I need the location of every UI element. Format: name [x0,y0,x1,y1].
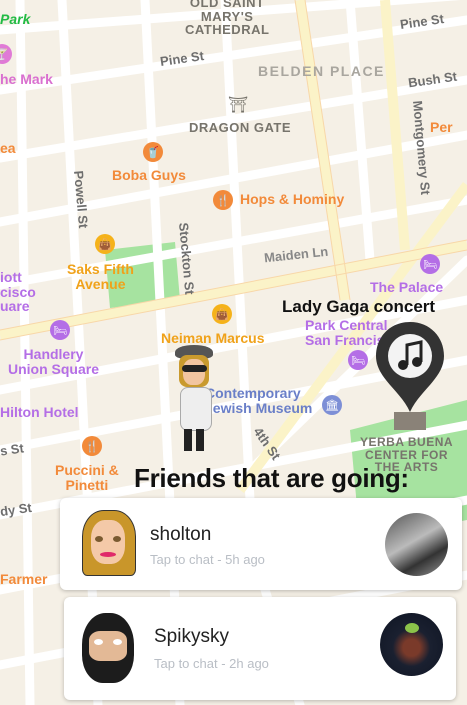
place-puccini[interactable]: Puccini & Pinetti [55,463,119,493]
place-belden-place: BELDEN PLACE [258,63,385,79]
poi-restaurant-icon[interactable]: 🍴 [213,190,233,210]
place-farmer: Farmer [0,571,48,587]
poi-restaurant-icon: 🍴 [82,436,102,456]
story-thumbnail[interactable] [380,613,443,676]
friend-status: Tap to chat - 5h ago [150,552,265,567]
friends-going-title: Friends that are going: [134,463,409,493]
event-map-pin[interactable] [374,320,446,432]
user-bitmoji[interactable] [172,345,218,455]
place-dragon-gate: DRAGON GATE [189,120,292,135]
poi-hotel-icon: 🛏 [348,350,368,370]
place-cjm[interactable]: Contemporary Jewish Museum [205,386,312,416]
place-handlery[interactable]: Handlery Union Square [8,347,99,377]
poi-shopping-icon: 👜 [95,234,115,254]
poi-drink-icon[interactable]: 🥤 [143,142,163,162]
avatar [82,510,136,576]
place-palace[interactable]: The Palace [370,280,443,295]
event-title[interactable]: Lady Gaga concert [282,297,435,317]
street-label-partial: s St [0,440,25,459]
place-tea: ea [0,140,16,156]
friend-name: Spikysky [154,626,229,647]
place-saks[interactable]: Saks Fifth Avenue [67,262,134,292]
friend-card[interactable]: Spikysky Tap to chat - 2h ago [64,597,456,700]
place-boba-guys[interactable]: Boba Guys [112,168,186,183]
place-hops-hominy[interactable]: Hops & Hominy [240,192,344,207]
avatar [82,613,136,683]
friend-status: Tap to chat - 2h ago [154,656,269,671]
poi-hotel-icon: 🛏 [420,254,440,274]
poi-museum-icon: 🏛 [322,395,342,415]
place-the-mark: he Mark [0,71,53,87]
friend-name: sholton [150,524,212,545]
place-old-saint-marys: OLD SAINT MARY'S CATHEDRAL [185,0,270,38]
poi-hotel-icon: 🛏 [50,320,70,340]
dragon-gate-icon: ⛩ [227,97,249,114]
place-per: Per [430,119,453,135]
friend-card[interactable]: sholton Tap to chat - 5h ago [60,498,462,590]
place-park: Park [0,11,31,27]
poi-shopping-icon: 👜 [212,304,232,324]
place-marriott: iott cisco uare [0,269,36,315]
place-hilton[interactable]: Hilton Hotel [0,405,79,420]
story-thumbnail[interactable] [385,513,448,576]
place-neiman[interactable]: Neiman Marcus [161,331,264,346]
